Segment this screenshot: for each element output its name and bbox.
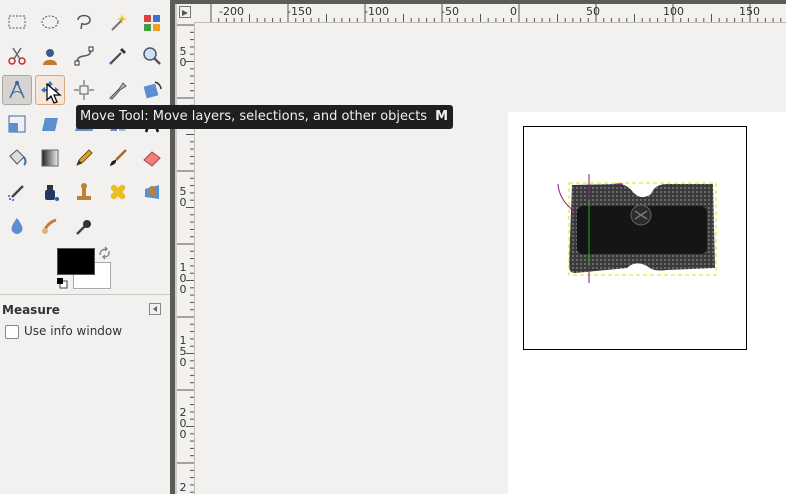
perspective-clone-icon[interactable] — [137, 177, 167, 207]
ruler-label: 1 5 0 — [179, 334, 187, 369]
dodge-burn-icon[interactable] — [69, 211, 99, 241]
tooltip-text: Move Tool: Move layers, selections, and … — [80, 109, 428, 124]
align-icon[interactable] — [69, 75, 99, 105]
scissors-select-icon[interactable] — [2, 41, 32, 71]
zoom-icon[interactable] — [137, 41, 167, 71]
rotate-icon[interactable] — [137, 75, 167, 105]
ruler-label: -150 — [287, 5, 312, 18]
sharpener-image[interactable] — [555, 170, 725, 290]
move-tool-tooltip: Move Tool: Move layers, selections, and … — [76, 105, 453, 129]
ruler-label: 5 0 — [179, 45, 187, 69]
triangle-left-icon — [153, 306, 157, 312]
crop-icon[interactable] — [103, 75, 133, 105]
bucket-fill-icon[interactable] — [2, 143, 32, 173]
triangle-right-icon — [182, 10, 188, 16]
panel-separator — [0, 294, 170, 295]
paths-icon[interactable] — [69, 41, 99, 71]
ink-icon[interactable] — [35, 177, 65, 207]
ruler-label: 100 — [663, 5, 684, 18]
foreground-select-icon[interactable] — [35, 41, 65, 71]
airbrush-icon[interactable] — [2, 177, 32, 207]
use-info-window-checkbox[interactable] — [5, 325, 19, 339]
ruler-label: 2 0 0 — [179, 406, 187, 441]
tooltip-shortcut: M — [435, 109, 448, 124]
paintbrush-icon[interactable] — [103, 143, 133, 173]
heal-icon[interactable] — [103, 177, 133, 207]
tool-options-title: Measure — [2, 303, 60, 317]
blur-icon[interactable] — [2, 211, 32, 241]
color-picker-icon[interactable] — [103, 41, 133, 71]
swap-colors-icon[interactable] — [98, 246, 112, 260]
measure-icon[interactable] — [2, 75, 32, 105]
smudge-icon[interactable] — [35, 211, 65, 241]
eraser-icon[interactable] — [137, 143, 167, 173]
ruler-label: -200 — [219, 5, 244, 18]
fuzzy-select-icon[interactable] — [103, 7, 133, 37]
blend-icon[interactable] — [35, 143, 65, 173]
free-select-icon[interactable] — [69, 7, 99, 37]
rect-select-icon[interactable] — [2, 7, 32, 37]
select-by-color-icon[interactable] — [137, 7, 167, 37]
scale-icon[interactable] — [2, 109, 32, 139]
tool-options-menu-button[interactable] — [149, 303, 161, 315]
quick-mask-toggle[interactable] — [179, 6, 191, 18]
horizontal-ruler[interactable]: -200 -150 -100 -50 0 50 100 150 — [194, 4, 786, 23]
toolbox: Measure Use info window — [0, 0, 170, 494]
default-colors-icon[interactable] — [56, 277, 68, 289]
ruler-label: 5 0 — [179, 185, 187, 209]
shear-icon[interactable] — [35, 109, 65, 139]
ruler-label: 0 — [510, 5, 517, 18]
foreground-color-swatch[interactable] — [57, 248, 95, 275]
ruler-label: 50 — [586, 5, 600, 18]
horizontal-ruler-ticks — [210, 4, 782, 22]
pencil-icon[interactable] — [69, 143, 99, 173]
ruler-label: 2 — [179, 481, 187, 494]
ruler-label: 150 — [739, 5, 760, 18]
ruler-label: 1 0 0 — [179, 261, 187, 296]
clone-icon[interactable] — [69, 177, 99, 207]
use-info-window-label: Use info window — [24, 324, 123, 338]
ruler-label: -50 — [441, 5, 459, 18]
mouse-cursor-icon — [46, 83, 62, 104]
ellipse-select-icon[interactable] — [35, 7, 65, 37]
ruler-label: -100 — [364, 5, 389, 18]
